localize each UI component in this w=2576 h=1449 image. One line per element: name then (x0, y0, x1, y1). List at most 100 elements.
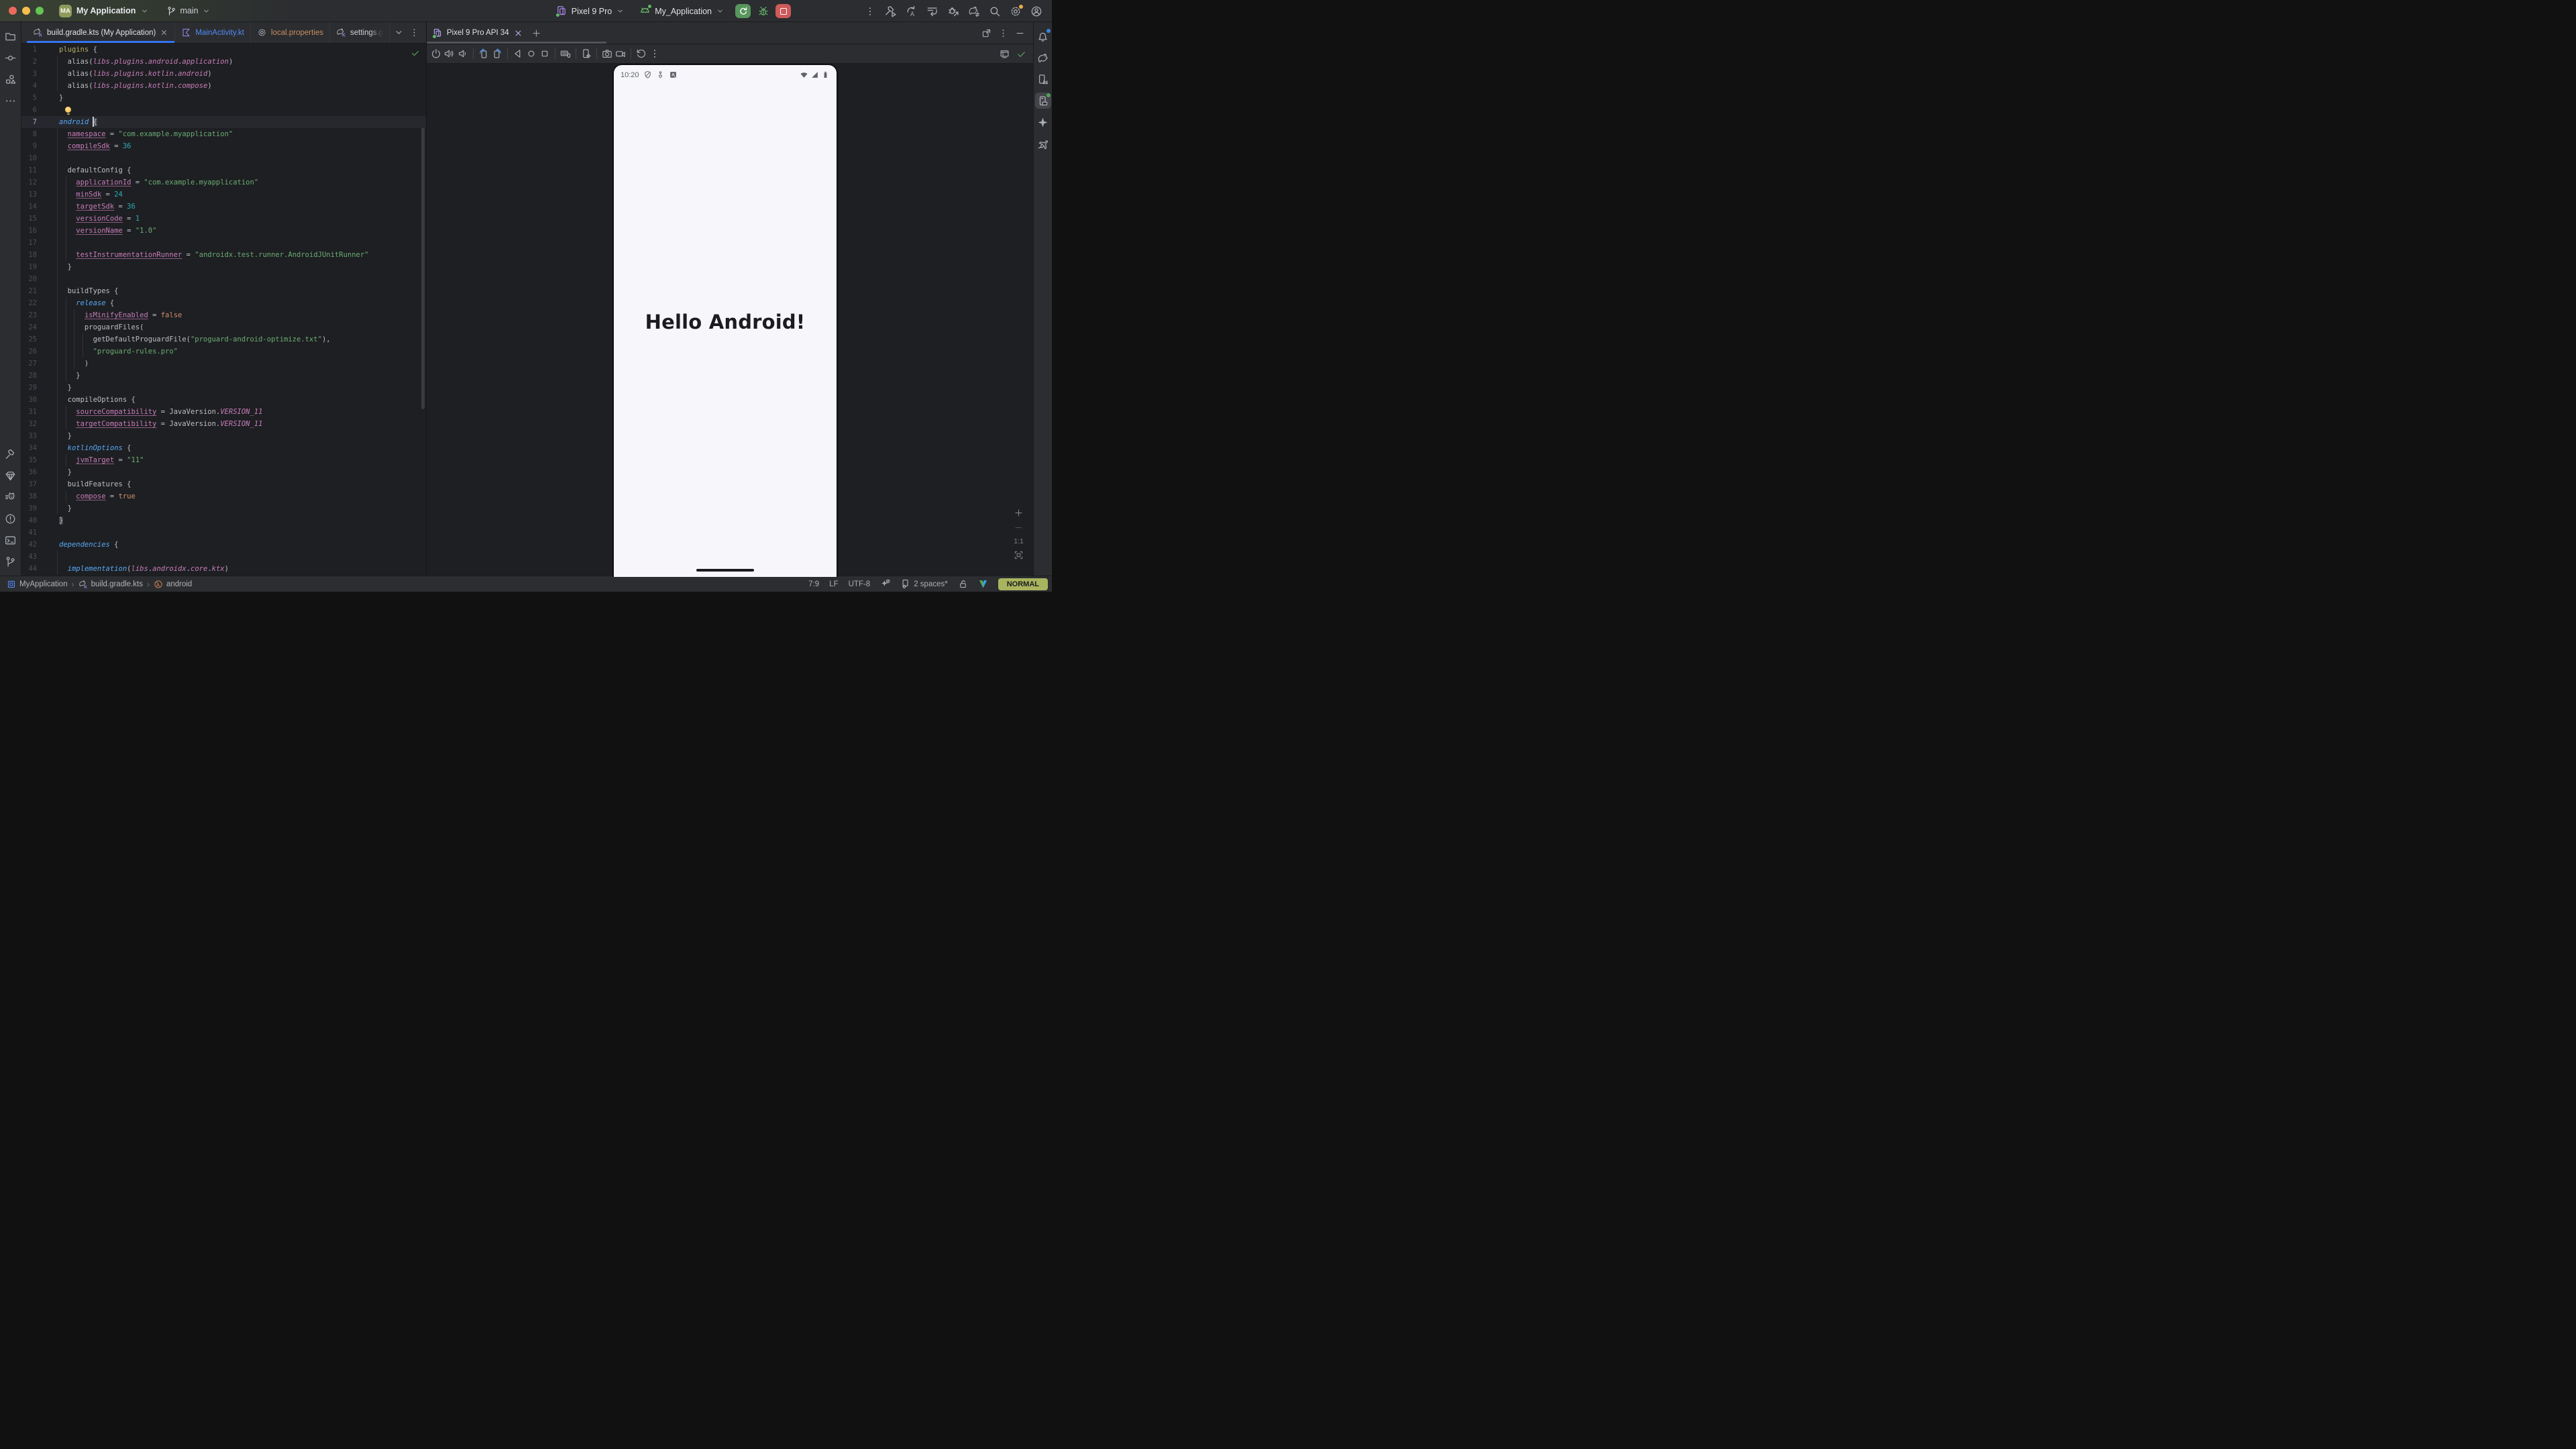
code-line[interactable]: 13 minSdk = 24 (21, 189, 426, 201)
tool-hammer[interactable] (3, 446, 19, 462)
emulator-reset-icon[interactable] (636, 48, 647, 59)
code-line[interactable]: 2 alias(libs.plugins.android.application… (21, 56, 426, 68)
code-line[interactable]: 29 } (21, 382, 426, 394)
run-configuration-selector[interactable]: My_Application (639, 5, 724, 17)
zoom-out-icon[interactable] (1014, 523, 1024, 533)
code-line[interactable]: 25 getDefaultProguardFile("proguard-andr… (21, 333, 426, 345)
breadcrumb-item[interactable]: MyApplication (7, 580, 68, 589)
device-tab[interactable]: Pixel 9 Pro API 34 (433, 28, 523, 38)
close-tab-icon[interactable] (160, 28, 168, 37)
hidden-tabs-icon[interactable] (394, 28, 404, 38)
code-line[interactable]: 40} (21, 515, 426, 527)
code-line[interactable]: 24 proguardFiles( (21, 321, 426, 333)
tool-commit[interactable] (3, 50, 19, 66)
code-line[interactable]: 30 compileOptions { (21, 394, 426, 406)
indent-setting[interactable]: 2 spaces* (900, 579, 948, 589)
code-editor[interactable]: 1plugins {2 alias(libs.plugins.android.a… (21, 44, 426, 576)
emulator-device-settings-icon[interactable] (581, 48, 592, 59)
code-line[interactable]: 35 jvmTarget = "11" (21, 454, 426, 466)
emulator-rotate-right-icon[interactable] (492, 48, 502, 59)
editor-tab-0[interactable]: Kbuild.gradle.kts (My Application) (27, 22, 175, 43)
code-line[interactable]: 8 namespace = "com.example.myapplication… (21, 128, 426, 140)
code-line[interactable]: 22 release { (21, 297, 426, 309)
zoom-in-icon[interactable] (1014, 508, 1024, 518)
code-line[interactable]: 10 (21, 152, 426, 164)
code-line[interactable]: 4 alias(libs.plugins.kotlin.compose) (21, 80, 426, 92)
gradle-sync-icon[interactable] (968, 5, 980, 17)
code-line[interactable]: 3 alias(libs.plugins.kotlin.android) (21, 68, 426, 80)
tool-sparkle[interactable] (1035, 114, 1051, 130)
tool-gem[interactable] (3, 468, 19, 484)
emulator-ui-check-icon[interactable] (1000, 49, 1010, 59)
project-selector[interactable]: MA My Application (59, 5, 149, 17)
maximize-window-button[interactable] (36, 7, 44, 15)
vim-mode-badge[interactable]: NORMAL (998, 578, 1048, 590)
code-line[interactable]: 37 buildFeatures { (21, 478, 426, 490)
quickfix-bulb-icon[interactable] (65, 107, 71, 113)
emulator-overview-icon[interactable] (539, 48, 550, 59)
code-line[interactable]: 12 applicationId = "com.example.myapplic… (21, 176, 426, 189)
code-line[interactable]: 9 compileSdk = 36 (21, 140, 426, 152)
tab-scrollbar[interactable] (427, 42, 606, 44)
tool-plane[interactable] (1035, 136, 1051, 152)
code-line[interactable]: 27 ) (21, 358, 426, 370)
code-line[interactable]: 28 } (21, 370, 426, 382)
editor-tab-2[interactable]: local.properties (251, 22, 330, 43)
emulator-home-icon[interactable] (526, 48, 537, 59)
panel-options-icon[interactable] (998, 28, 1008, 38)
emulator-volume-up-icon[interactable] (444, 48, 455, 59)
tool-elephant[interactable] (1035, 50, 1051, 66)
vcs-branch-selector[interactable]: main (166, 6, 210, 16)
code-line[interactable]: 21 buildTypes { (21, 285, 426, 297)
code-line[interactable]: 15 versionCode = 1 (21, 213, 426, 225)
code-line[interactable]: 26 "proguard-rules.pro" (21, 345, 426, 358)
tool-structure[interactable] (3, 71, 19, 87)
add-device-tab-button[interactable] (531, 28, 541, 38)
code-line[interactable]: 5} (21, 92, 426, 104)
emulator-volume-down-icon[interactable] (458, 48, 468, 59)
code-line[interactable]: 20 (21, 273, 426, 285)
build-hammer-icon[interactable] (885, 5, 897, 17)
search-icon[interactable] (989, 5, 1001, 17)
tab-options-icon[interactable] (409, 28, 419, 38)
emulator-record-icon[interactable] (615, 48, 626, 59)
code-line[interactable]: 1plugins { (21, 44, 426, 56)
code-line[interactable]: 23 isMinifyEnabled = false (21, 309, 426, 321)
breadcrumb-item[interactable]: Kbuild.gradle.kts (78, 580, 143, 589)
tool-running-devices[interactable] (1035, 93, 1051, 109)
code-line[interactable]: 14 targetSdk = 36 (21, 201, 426, 213)
code-line[interactable]: 11 defaultConfig { (21, 164, 426, 176)
code-line[interactable]: 39 } (21, 502, 426, 515)
editor-tab-1[interactable]: MainActivity.kt (175, 22, 251, 43)
tool-device-manager[interactable] (1035, 71, 1051, 87)
code-line[interactable]: 38 compose = true (21, 490, 426, 502)
code-line[interactable]: 16 versionName = "1.0" (21, 225, 426, 237)
stop-app-button[interactable] (775, 4, 791, 18)
code-line[interactable]: 44 implementation(libs.androidx.core.ktx… (21, 563, 426, 575)
gesture-navigation-bar[interactable] (696, 569, 754, 572)
code-line[interactable]: 17 (21, 237, 426, 249)
hide-panel-icon[interactable] (1015, 28, 1025, 38)
sync-a-icon[interactable]: A (906, 5, 918, 17)
breadcrumb-item[interactable]: android (154, 580, 192, 589)
zoom-ratio-label[interactable]: 1:1 (1014, 537, 1024, 545)
float-window-icon[interactable] (981, 28, 991, 38)
rerun-app-button[interactable] (735, 4, 751, 18)
code-line[interactable]: 18 testInstrumentationRunner = "androidx… (21, 249, 426, 261)
code-line[interactable]: 34 kotlinOptions { (21, 442, 426, 454)
tool-git-branch[interactable] (3, 553, 19, 570)
tool-logcat[interactable] (3, 489, 19, 505)
code-line[interactable]: 36 } (21, 466, 426, 478)
emulator-kebab-v-icon[interactable] (649, 48, 660, 59)
avatar-icon[interactable] (1030, 5, 1042, 17)
code-line[interactable]: 7android { (21, 116, 426, 128)
code-line[interactable]: 31 sourceCompatibility = JavaVersion.VER… (21, 406, 426, 418)
tool-terminal[interactable] (3, 532, 19, 548)
more-actions-button[interactable] (865, 6, 875, 17)
caret-position[interactable]: 7:9 (808, 580, 819, 588)
close-icon[interactable] (513, 28, 523, 38)
fit-screen-icon[interactable] (1014, 550, 1024, 560)
minimize-window-button[interactable] (22, 7, 30, 15)
ai-assistant-off-icon[interactable] (880, 579, 890, 589)
emulator-rotate-left-icon[interactable] (478, 48, 489, 59)
